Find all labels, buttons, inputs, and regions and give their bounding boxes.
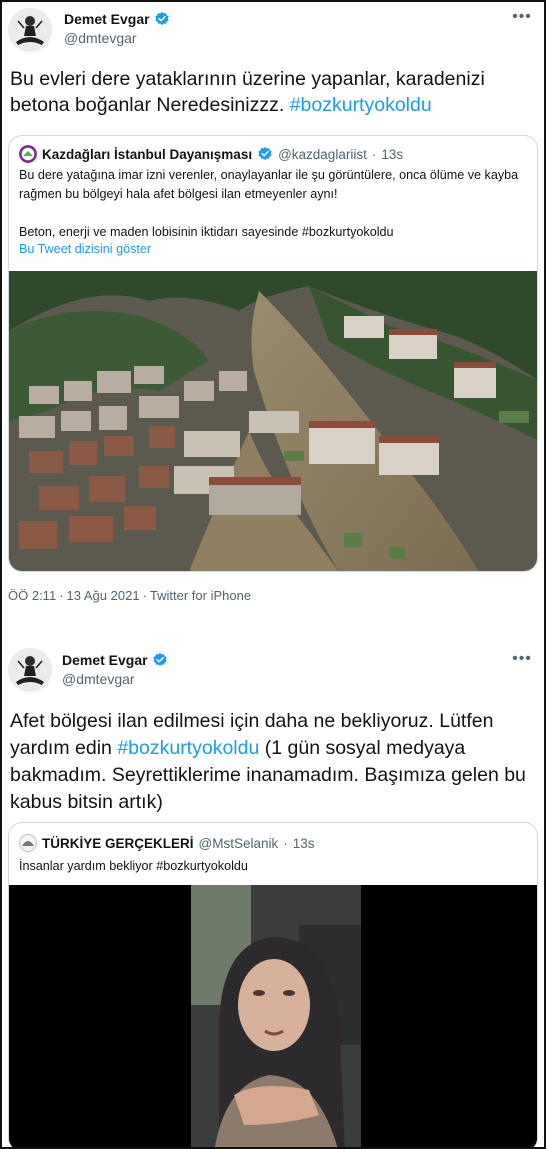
screenshot-frame: Demet Evgar @dmtevgar ••• Bu evleri dere…: [0, 0, 546, 1149]
author-handle[interactable]: @dmtevgar: [62, 671, 135, 687]
hashtag-link[interactable]: #bozkurtyokoldu: [117, 737, 259, 759]
woman-in-car-video[interactable]: [9, 885, 537, 1147]
separator-dot: ·: [283, 835, 288, 851]
hashtag-link[interactable]: #bozkurtyokoldu: [290, 94, 432, 116]
quoted-tweet[interactable]: Kazdağları İstanbul Dayanışması @kazdagl…: [8, 135, 538, 572]
verified-badge-icon: [154, 11, 170, 27]
quoted-tweet-header: TÜRKİYE GERÇEKLERİ @MstSelanik · 13s: [19, 834, 315, 852]
quoted-tweet-header: Kazdağları İstanbul Dayanışması @kazdagl…: [19, 145, 403, 163]
separator-dot: ·: [59, 588, 64, 603]
quoted-text-line: Bu dere yatağına imar izni verenler, ona…: [19, 168, 519, 201]
quoted-author-name[interactable]: TÜRKİYE GERÇEKLERİ: [42, 836, 194, 851]
verified-badge-icon: [257, 146, 273, 162]
separator-dot: ·: [142, 588, 147, 603]
quoted-tweet-text: Bu dere yatağına imar izni verenler, ona…: [19, 166, 529, 242]
author-name[interactable]: Demet Evgar: [62, 652, 148, 668]
quoted-time[interactable]: 13s: [381, 147, 403, 162]
tweet[interactable]: Demet Evgar @dmtevgar ••• Bu evleri dere…: [2, 2, 544, 614]
avatar[interactable]: [8, 8, 52, 52]
quoted-tweet[interactable]: TÜRKİYE GERÇEKLERİ @MstSelanik · 13s İns…: [8, 822, 538, 1147]
tweet-time[interactable]: ÖÖ 2:11: [8, 588, 56, 603]
quoted-text-line: İnsanlar yardım bekliyor #bozkurtyokoldu: [19, 859, 248, 873]
quoted-author-handle[interactable]: @MstSelanik: [199, 836, 279, 851]
quoted-time[interactable]: 13s: [293, 836, 315, 851]
aerial-flood-photo[interactable]: [9, 271, 537, 571]
author-handle[interactable]: @dmtevgar: [64, 30, 137, 46]
author-row: Demet Evgar: [62, 652, 168, 668]
tweet-meta: ÖÖ 2:11 · 13 Ağu 2021 · Twitter for iPhone: [8, 588, 254, 603]
separator-dot: ·: [371, 146, 377, 162]
more-options-icon[interactable]: •••: [512, 9, 532, 26]
tweet-source[interactable]: Twitter for iPhone: [150, 588, 251, 603]
quoted-text-line: Beton, enerji ve maden lobisinin iktidar…: [19, 225, 394, 239]
tweet[interactable]: Demet Evgar @dmtevgar ••• Afet bölgesi i…: [2, 636, 544, 1147]
quoted-tweet-text: İnsanlar yardım bekliyor #bozkurtyokoldu: [19, 857, 529, 876]
tweet-date[interactable]: 13 Ağu 2021: [67, 588, 140, 603]
quoted-avatar[interactable]: [19, 834, 37, 852]
author-name[interactable]: Demet Evgar: [64, 11, 150, 27]
avatar[interactable]: [8, 648, 52, 692]
verified-badge-icon: [152, 652, 168, 668]
author-row: Demet Evgar: [64, 11, 170, 27]
more-options-icon[interactable]: •••: [512, 651, 532, 668]
tweet-text: Bu evleri dere yataklarının üzerine yapa…: [10, 66, 535, 118]
quoted-avatar[interactable]: [19, 145, 37, 163]
show-thread-link[interactable]: Bu Tweet dizisini göster: [19, 242, 151, 256]
quoted-author-name[interactable]: Kazdağları İstanbul Dayanışması: [42, 147, 252, 162]
tweet-text: Afet bölgesi ilan edilmesi için daha ne …: [10, 708, 535, 816]
quoted-author-handle[interactable]: @kazdaglariist: [278, 147, 367, 162]
